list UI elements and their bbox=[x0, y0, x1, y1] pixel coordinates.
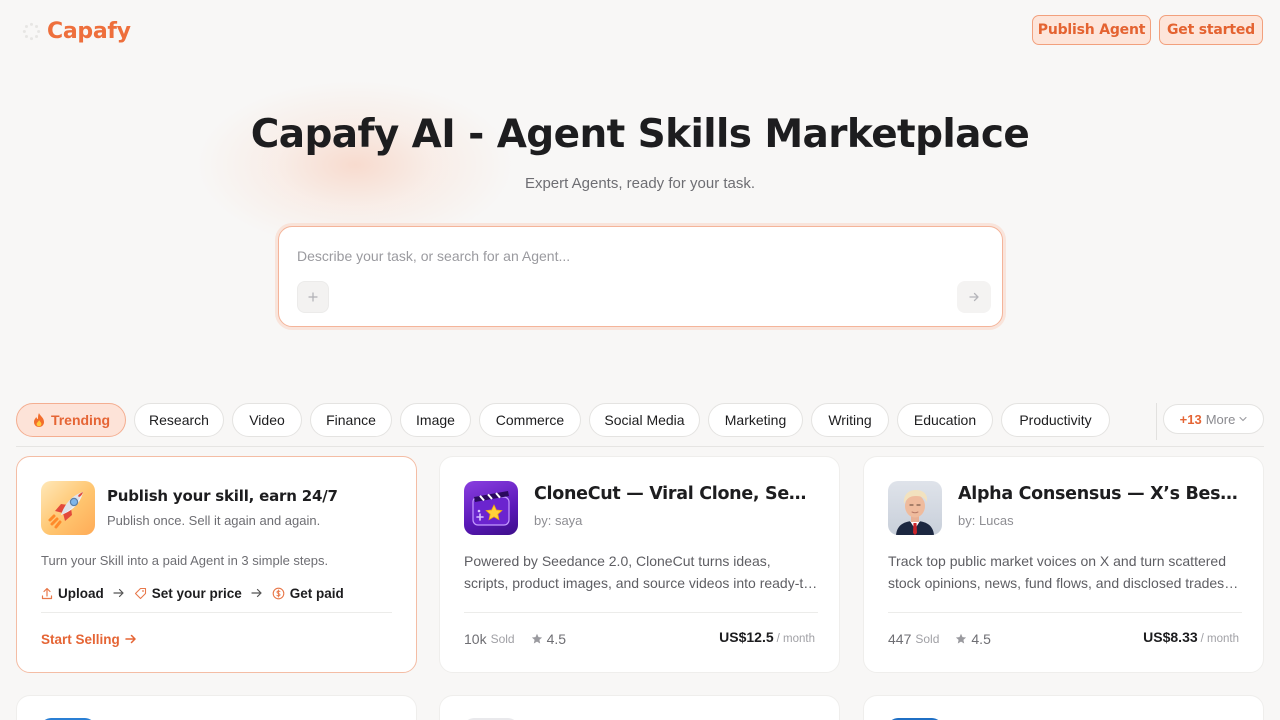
sold-count: 447 bbox=[888, 631, 912, 647]
agent-description: Track top public market voices on X and … bbox=[888, 553, 1226, 591]
sold-label: Sold bbox=[915, 632, 940, 646]
arrow-right-icon bbox=[251, 588, 262, 598]
star-icon bbox=[956, 633, 967, 644]
tabs-underline bbox=[16, 446, 1264, 447]
top-header: Capafy Publish Agent Get started bbox=[0, 0, 1280, 62]
get-started-button[interactable]: Get started bbox=[1159, 15, 1263, 45]
agent-card[interactable]: CloneCut — Viral Clone, Seedance 2.0 Vid… bbox=[439, 456, 840, 673]
tab-label: Image bbox=[416, 412, 455, 428]
logo-text: Capafy bbox=[47, 18, 131, 44]
plus-icon bbox=[308, 292, 318, 302]
tab-writing[interactable]: Writing bbox=[811, 403, 889, 437]
step-set-price: Set your price bbox=[151, 585, 242, 601]
more-count: +13 bbox=[1179, 411, 1202, 427]
logo-dots-icon bbox=[22, 22, 41, 40]
agent-card[interactable] bbox=[439, 695, 840, 720]
attach-button[interactable] bbox=[297, 281, 329, 313]
publish-agent-button[interactable]: Publish Agent bbox=[1032, 15, 1151, 45]
promo-description: Turn your Skill into a paid Agent in 3 s… bbox=[41, 553, 329, 568]
tab-label: Commerce bbox=[495, 412, 565, 428]
fire-icon bbox=[33, 413, 44, 427]
tab-label: Trending bbox=[50, 412, 111, 428]
hero-glow bbox=[195, 80, 515, 250]
sold-label: Sold bbox=[490, 632, 515, 646]
arrow-right-icon bbox=[125, 634, 136, 644]
tabs-divider bbox=[1156, 403, 1157, 440]
more-label: More bbox=[1205, 411, 1236, 427]
agent-card[interactable] bbox=[16, 695, 417, 720]
rating-value: 4.5 bbox=[971, 631, 991, 647]
search-input[interactable] bbox=[297, 245, 977, 267]
step-get-paid: Get paid bbox=[289, 585, 344, 601]
card-divider bbox=[464, 612, 818, 613]
tab-label: Education bbox=[913, 412, 977, 428]
coin-icon bbox=[272, 587, 285, 599]
agent-thumbnail bbox=[888, 481, 942, 535]
rocket-thumbnail bbox=[41, 481, 95, 535]
logo[interactable]: Capafy bbox=[22, 18, 131, 44]
agent-card[interactable]: Alpha Consensus — X’s Best Traders Signa… bbox=[863, 456, 1264, 673]
price-period: / month bbox=[1200, 633, 1239, 645]
agent-title: CloneCut — Viral Clone, Seedance 2.0 Vid… bbox=[534, 484, 814, 504]
promo-title: Publish your skill, earn 24/7 bbox=[107, 487, 338, 505]
tab-label: Finance bbox=[326, 412, 376, 428]
tab-label: Productivity bbox=[1019, 412, 1092, 428]
start-selling-label: Start Selling bbox=[41, 631, 120, 647]
agent-thumbnail bbox=[464, 481, 518, 535]
agent-title: Alpha Consensus — X’s Best Traders Signa… bbox=[958, 484, 1238, 504]
rocket-icon bbox=[48, 492, 83, 529]
upload-icon bbox=[41, 587, 53, 599]
tab-video[interactable]: Video bbox=[232, 403, 302, 437]
agent-stats: 447 Sold 4.5 bbox=[888, 629, 991, 649]
star-icon bbox=[531, 633, 542, 644]
card-divider bbox=[41, 612, 392, 613]
tab-label: Social Media bbox=[604, 412, 685, 428]
arrow-right-icon bbox=[969, 292, 979, 302]
tab-research[interactable]: Research bbox=[134, 403, 224, 437]
send-button[interactable] bbox=[957, 281, 991, 313]
rating-value: 4.5 bbox=[546, 631, 567, 647]
agent-description: Powered by Seedance 2.0, CloneCut turns … bbox=[464, 553, 816, 591]
tag-icon bbox=[134, 587, 146, 599]
tab-label: Research bbox=[149, 412, 209, 428]
sold-count: 10k bbox=[464, 631, 487, 647]
tab-finance[interactable]: Finance bbox=[310, 403, 392, 437]
publish-steps: Upload Set your price Get paid bbox=[41, 584, 344, 602]
start-selling-link[interactable]: Start Selling bbox=[41, 630, 137, 648]
price-period: / month bbox=[776, 633, 815, 645]
agent-author: by: Lucas bbox=[958, 513, 1014, 528]
tab-label: Marketing bbox=[724, 412, 787, 428]
arrow-right-icon bbox=[113, 588, 124, 598]
chevron-down-icon bbox=[1239, 416, 1247, 422]
agent-card[interactable] bbox=[863, 695, 1264, 720]
tab-image[interactable]: Image bbox=[400, 403, 471, 437]
tab-marketing[interactable]: Marketing bbox=[708, 403, 803, 437]
promo-subtitle: Publish once. Sell it again and again. bbox=[107, 513, 321, 528]
search-box bbox=[278, 226, 1003, 327]
page-subtitle: Expert Agents, ready for your task. bbox=[524, 175, 756, 192]
tab-trending[interactable]: Trending bbox=[16, 403, 126, 437]
price-amount: US$8.33 bbox=[1143, 629, 1198, 645]
tab-productivity[interactable]: Productivity bbox=[1001, 403, 1110, 437]
publish-skill-card: Publish your skill, earn 24/7 Publish on… bbox=[16, 456, 417, 673]
tab-education[interactable]: Education bbox=[897, 403, 993, 437]
tab-commerce[interactable]: Commerce bbox=[479, 403, 581, 437]
card-divider bbox=[888, 612, 1242, 613]
agent-price: US$8.33 / month bbox=[1143, 629, 1239, 649]
agent-stats: 10k Sold 4.5 bbox=[464, 629, 566, 649]
page-title: Capafy AI - Agent Skills Marketplace bbox=[250, 112, 1030, 157]
step-upload: Upload bbox=[58, 585, 104, 601]
agent-price: US$12.5 / month bbox=[719, 629, 815, 649]
price-amount: US$12.5 bbox=[719, 629, 774, 645]
portrait-icon bbox=[896, 490, 934, 535]
clapperboard-star-icon bbox=[472, 491, 510, 526]
tab-social-media[interactable]: Social Media bbox=[589, 403, 700, 437]
tab-label: Video bbox=[249, 412, 285, 428]
more-categories-button[interactable]: +13 More bbox=[1163, 404, 1264, 434]
agent-author: by: saya bbox=[534, 513, 583, 528]
tab-label: Writing bbox=[828, 412, 872, 428]
